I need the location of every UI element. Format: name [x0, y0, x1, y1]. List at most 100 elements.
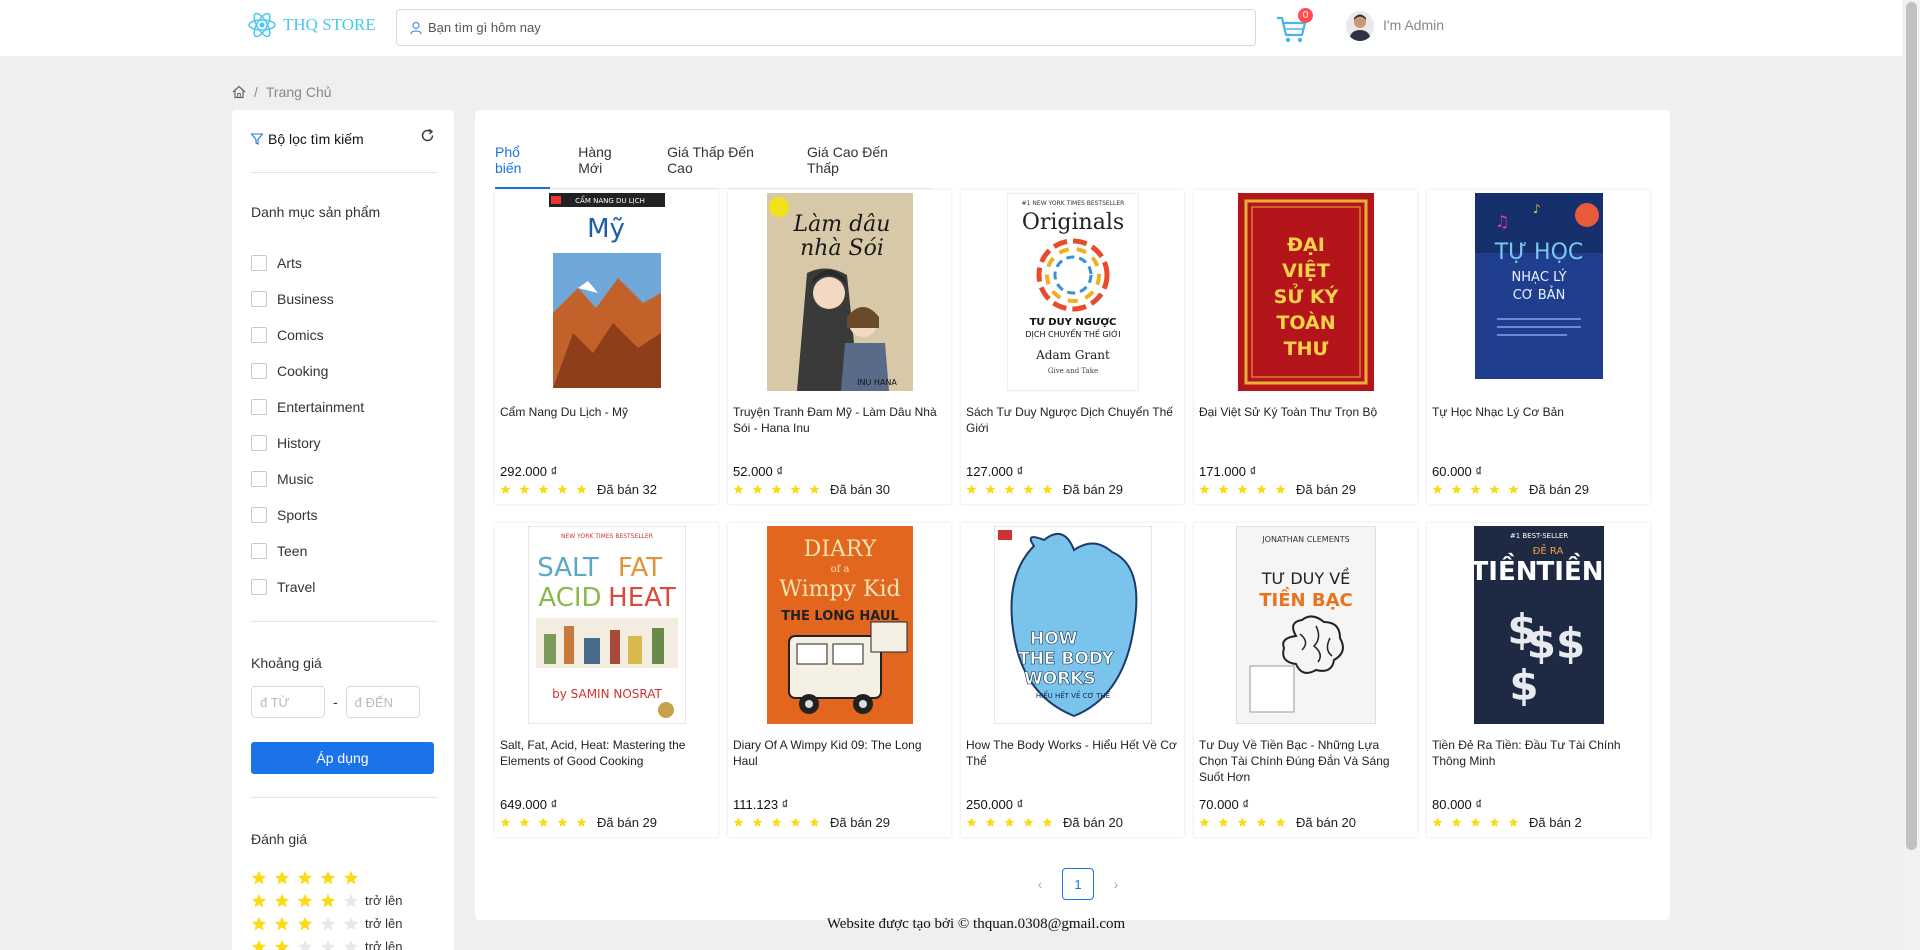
category-title: Danh mục sản phẩm [251, 204, 381, 220]
apply-price-button[interactable]: Áp dụng [251, 742, 434, 774]
category-item[interactable]: Music [251, 461, 364, 497]
product-card[interactable]: Làm dâu nhà Sói INU HANA Truyện Tranh Đam M… [728, 190, 951, 504]
category-item[interactable]: Sports [251, 497, 364, 533]
product-card[interactable]: DIARY of a Wimpy Kid THE LONG HAUL Diary Of … [728, 523, 951, 837]
page-number-current[interactable]: 1 [1062, 868, 1094, 900]
star-filled-icon [809, 484, 820, 494]
sort-tab[interactable]: Hàng Mới [562, 144, 651, 188]
product-meta: Đã bán 32 [500, 482, 657, 497]
category-checkbox[interactable] [251, 291, 267, 307]
product-card[interactable]: CẨM NANG DU LỊCH Mỹ Cẩm Nang Du Lịch - Mỹ 2… [495, 190, 718, 504]
product-sold-count: Đã bán 2 [1529, 815, 1582, 830]
product-title[interactable]: Cẩm Nang Du Lịch - Mỹ [500, 404, 712, 420]
svg-text:Mỹ: Mỹ [587, 214, 625, 244]
category-item[interactable]: Cooking [251, 353, 364, 389]
sort-tab[interactable]: Giá Cao Đến Thấp [791, 144, 931, 188]
star-filled-icon [985, 817, 996, 827]
sort-tab[interactable]: Phổ biến [495, 144, 562, 189]
product-card[interactable]: JONATHAN CLEMENTS TƯ DUY VỀ TIỀN BẠC Tư Duy… [1194, 523, 1417, 837]
star-filled-icon [733, 817, 744, 827]
star-filled-icon [519, 484, 530, 494]
product-title[interactable]: How The Body Works - Hiểu Hết Về Cơ Thể [966, 737, 1178, 769]
star-filled-icon [1489, 484, 1500, 494]
star-filled-icon [1023, 817, 1034, 827]
product-title[interactable]: Sách Tư Duy Ngược Dịch Chuyển Thế Giới [966, 404, 1178, 436]
book-cover-lam-dau-nha-soi[interactable]: Làm dâu nhà Sói INU HANA [766, 193, 913, 391]
prev-page-button[interactable]: ‹ [1030, 874, 1050, 894]
star-filled-icon [771, 484, 782, 494]
svg-text:TIỀN: TIỀN [1474, 552, 1537, 587]
rating-filter-row[interactable] [251, 866, 402, 889]
category-item[interactable]: History [251, 425, 364, 461]
book-cover-originals[interactable]: #1 NEW YORK TIMES BESTSELLER Originals TƯ … [1006, 193, 1139, 391]
product-card[interactable]: NEW YORK TIMES BESTSELLER SALT FAT ACID HEAT… [495, 523, 718, 837]
category-checkbox[interactable] [251, 435, 267, 451]
breadcrumb: / Trang Chủ [232, 84, 332, 100]
product-title[interactable]: Tiền Đẻ Ra Tiền: Đầu Tư Tài Chính Thông … [1432, 737, 1644, 769]
book-cover-tu-duy-tien-bac[interactable]: JONATHAN CLEMENTS TƯ DUY VỀ TIỀN BẠC [1235, 526, 1376, 724]
product-meta: Đã bán 29 [1199, 482, 1356, 497]
reload-icon[interactable] [420, 128, 435, 143]
page-scrollbar[interactable] [1903, 0, 1920, 950]
product-card[interactable]: #1 NEW YORK TIMES BESTSELLER Originals TƯ … [961, 190, 1184, 504]
book-cover-salt-fat-acid-heat[interactable]: NEW YORK TIMES BESTSELLER SALT FAT ACID HEAT… [527, 526, 686, 724]
category-checkbox[interactable] [251, 255, 267, 271]
product-card[interactable]: ĐẠI VIỆT SỬ KÝ TOÀN THƯ Đại Việt Sử Ký Toàn T… [1194, 190, 1417, 504]
product-price: 111.123 ₫ [733, 797, 789, 812]
store-logo[interactable]: THQ STORE [247, 10, 376, 40]
product-card[interactable]: #1 BEST-SELLER TIỀN ĐẺ RA TIỀN $ $$ $ Tiền Đẻ R… [1427, 523, 1650, 837]
category-checkbox[interactable] [251, 543, 267, 559]
breadcrumb-home[interactable]: Trang Chủ [266, 84, 332, 100]
book-cover-tien-de-ra-tien[interactable]: #1 BEST-SELLER TIỀN ĐẺ RA TIỀN $ $$ $ [1473, 526, 1604, 724]
category-checkbox[interactable] [251, 507, 267, 523]
admin-name[interactable]: I'm Admin [1383, 17, 1444, 33]
book-cover-dai-viet[interactable]: ĐẠI VIỆT SỬ KÝ TOÀN THƯ [1237, 193, 1374, 391]
star-filled-icon [733, 484, 744, 494]
product-title[interactable]: Đại Việt Sử Ký Toàn Thư Trọn Bộ [1199, 404, 1411, 420]
category-item[interactable]: Business [251, 281, 364, 317]
product-title[interactable]: Truyện Tranh Đam Mỹ - Làm Dâu Nhà Sói - … [733, 404, 945, 436]
product-card[interactable]: HOW THE BODY WORKS HIỂU HẾT VỀ CƠ THỂ How Th… [961, 523, 1184, 837]
book-cover-wimpy-kid[interactable]: DIARY of a Wimpy Kid THE LONG HAUL [766, 526, 913, 724]
book-cover-nhac-ly[interactable]: ♫ ♪ TỰ HỌC NHẠC LÝ CƠ BẢN [1474, 193, 1603, 391]
category-item[interactable]: Comics [251, 317, 364, 353]
sort-tab[interactable]: Giá Thấp Đến Cao [651, 144, 791, 188]
rating-filter-row[interactable]: trở lên [251, 935, 402, 950]
star-empty-icon [297, 939, 313, 950]
scrollbar-thumb[interactable] [1906, 2, 1917, 850]
svg-text:by SAMIN NOSRAT: by SAMIN NOSRAT [552, 687, 662, 701]
category-checkbox[interactable] [251, 471, 267, 487]
book-cover-my-travel[interactable]: CẨM NANG DU LỊCH Mỹ [547, 193, 666, 391]
rating-stars [251, 870, 359, 886]
product-title[interactable]: Tự Học Nhạc Lý Cơ Bản [1432, 404, 1644, 420]
product-title[interactable]: Tư Duy Về Tiền Bạc - Những Lựa Chọn Tài … [1199, 737, 1411, 785]
category-item[interactable]: Teen [251, 533, 364, 569]
category-checkbox[interactable] [251, 327, 267, 343]
category-item[interactable]: Arts [251, 245, 364, 281]
category-label: Business [277, 291, 334, 307]
product-meta: Đã bán 30 [733, 482, 890, 497]
category-label: Teen [277, 543, 308, 559]
category-item[interactable]: Travel [251, 569, 364, 605]
home-icon[interactable] [232, 85, 246, 99]
star-filled-icon [1256, 817, 1267, 827]
search-bar[interactable] [396, 9, 1256, 46]
product-title[interactable]: Diary Of A Wimpy Kid 09: The Long Haul [733, 737, 945, 769]
category-checkbox[interactable] [251, 579, 267, 595]
next-page-button[interactable]: › [1106, 874, 1126, 894]
search-input[interactable] [428, 20, 1255, 35]
rating-title: Đánh giá [251, 831, 308, 847]
admin-avatar[interactable] [1346, 11, 1374, 41]
product-sold-count: Đã bán 29 [1529, 482, 1589, 497]
rating-filter-row[interactable]: trở lên [251, 889, 402, 912]
book-cover-how-body-works[interactable]: HOW THE BODY WORKS HIỂU HẾT VỀ CƠ THỂ [993, 526, 1152, 724]
price-from-input[interactable] [251, 686, 325, 718]
product-title[interactable]: Salt, Fat, Acid, Heat: Mastering the Ele… [500, 737, 712, 769]
category-checkbox[interactable] [251, 399, 267, 415]
category-checkbox[interactable] [251, 363, 267, 379]
product-card[interactable]: ♫ ♪ TỰ HỌC NHẠC LÝ CƠ BẢN Tự Học Nhạc Lý Cơ B… [1427, 190, 1650, 504]
product-rating-stars [1432, 817, 1519, 828]
star-filled-icon [538, 484, 549, 494]
price-to-input[interactable] [345, 686, 420, 718]
category-item[interactable]: Entertainment [251, 389, 364, 425]
